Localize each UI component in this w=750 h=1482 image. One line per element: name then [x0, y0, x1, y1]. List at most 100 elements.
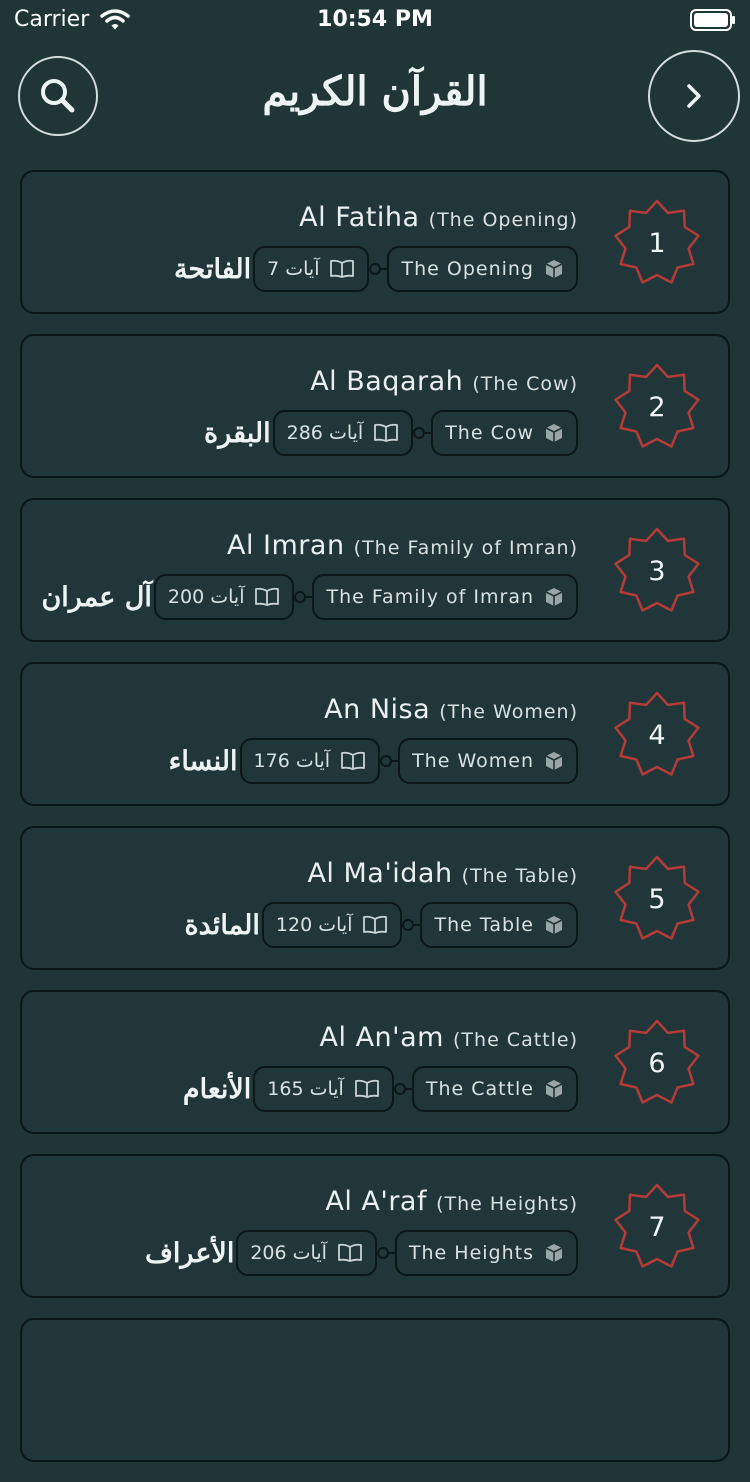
cube-icon [545, 424, 563, 442]
book-icon [255, 587, 280, 606]
verses-count: 7 آيات [267, 258, 320, 280]
surah-meta: الفاتحة 7 آيات The Opening [174, 244, 578, 294]
surah-meaning: (The Opening) [428, 209, 578, 231]
surah-card[interactable]: 3 Al Imran (The Family of Imran) آل عمرا… [20, 498, 730, 642]
surah-meta: البقرة 286 آيات The Cow [204, 408, 578, 458]
book-icon [341, 751, 365, 770]
surah-title: Al Ma'idah (The Table) [307, 858, 578, 889]
surah-card[interactable]: 1 Al Fatiha (The Opening) الفاتحة 7 آيات… [20, 170, 730, 314]
chevron-right-icon [687, 84, 701, 108]
next-button[interactable] [648, 50, 740, 142]
surah-meta: الأعراف 206 آيات The Heights [145, 1228, 578, 1278]
surah-number: 4 [648, 719, 666, 751]
surah-name: Al Fatiha [299, 202, 420, 233]
status-time: 10:54 PM [317, 7, 433, 32]
surah-card-partial[interactable] [20, 1318, 730, 1462]
verses-count: 120 آيات [275, 914, 353, 936]
surah-title: Al An'am (The Cattle) [320, 1022, 578, 1053]
verses-pill: 165 آيات [253, 1066, 394, 1112]
connector [294, 591, 313, 603]
connector [413, 427, 432, 439]
verses-count: 165 آيات [267, 1078, 344, 1100]
surah-meaning: (The Cow) [472, 373, 578, 395]
revelation-pill: The Heights [394, 1230, 578, 1276]
surah-number: 2 [648, 391, 666, 423]
revelation-label: The Women [412, 750, 534, 772]
verses-pill: 206 آيات [236, 1230, 377, 1276]
surah-number-badge: 7 [612, 1182, 702, 1272]
revelation-label: The Heights [408, 1242, 534, 1264]
surah-meaning: (The Table) [461, 865, 578, 887]
status-bar: Carrier 10:54 PM [0, 0, 750, 40]
verses-pill: 120 آيات [261, 902, 403, 948]
surah-card[interactable]: 6 Al An'am (The Cattle) الأنعام 165 آيات… [20, 990, 730, 1134]
surah-number-badge: 6 [612, 1018, 702, 1108]
surah-arabic-name: النساء [168, 745, 238, 777]
surah-arabic-name: الأنعام [182, 1073, 252, 1105]
verses-pill: 286 آيات [272, 410, 414, 456]
revelation-label: The Family of Imran [326, 586, 534, 608]
verses-count: 286 آيات [286, 422, 364, 444]
connector [393, 1083, 412, 1095]
surah-name: Al An'am [319, 1022, 444, 1053]
revelation-pill: The Cow [431, 410, 578, 456]
book-icon [363, 915, 388, 934]
revelation-pill: The Opening [387, 246, 578, 292]
surah-card[interactable]: 2 Al Baqarah (The Cow) البقرة 286 آيات T… [20, 334, 730, 478]
surah-number: 1 [648, 227, 666, 259]
surah-title: Al Baqarah (The Cow) [310, 366, 578, 397]
surah-number-badge: 1 [612, 198, 702, 288]
revelation-label: The Opening [401, 258, 534, 280]
surah-name: Al A'raf [325, 1186, 427, 1217]
surah-meaning: (The Women) [439, 701, 578, 723]
surah-arabic-name: الفاتحة [174, 253, 252, 285]
surah-card[interactable]: 4 An Nisa (The Women) النساء 176 آيات Th… [20, 662, 730, 806]
surah-title: An Nisa (The Women) [324, 694, 578, 725]
surah-arabic-name: الأعراف [144, 1237, 235, 1269]
surah-arabic-name: البقرة [204, 417, 271, 449]
cube-icon [545, 260, 563, 278]
cube-icon [545, 1080, 563, 1098]
header: القرآن الكريم [0, 48, 750, 148]
surah-card[interactable]: 5 Al Ma'idah (The Table) المائدة 120 آيا… [20, 826, 730, 970]
connector [402, 919, 421, 931]
surah-arabic-name: آل عمران [41, 581, 152, 613]
surah-number-badge: 3 [612, 526, 702, 616]
cube-icon [545, 916, 563, 934]
surah-meta: النساء 176 آيات The Women [169, 736, 578, 786]
page-title: القرآن الكريم [262, 68, 488, 115]
surah-name: Al Baqarah [310, 366, 464, 397]
revelation-pill: The Family of Imran [312, 574, 578, 620]
connector [376, 1247, 395, 1259]
surah-title: Al Fatiha (The Opening) [299, 202, 578, 233]
surah-meta: المائدة 120 آيات The Table [185, 900, 578, 950]
revelation-label: The Table [434, 914, 534, 936]
verses-count: 200 آيات [167, 586, 245, 608]
surah-number-badge: 5 [612, 854, 702, 944]
cube-icon [545, 752, 563, 770]
revelation-pill: The Women [398, 738, 578, 784]
surah-meaning: (The Cattle) [453, 1029, 578, 1051]
book-icon [330, 259, 355, 278]
surah-number: 7 [648, 1211, 666, 1243]
revelation-label: The Cow [445, 422, 534, 444]
surah-meaning: (The Heights) [436, 1193, 578, 1215]
cube-icon [545, 588, 563, 606]
verses-pill: 7 آيات [253, 246, 370, 292]
surah-number-badge: 2 [612, 362, 702, 452]
revelation-pill: The Table [420, 902, 578, 948]
surah-number-badge: 4 [612, 690, 702, 780]
surah-name: An Nisa [324, 694, 431, 725]
verses-pill: 200 آيات [153, 574, 295, 620]
book-icon [354, 1079, 379, 1098]
cube-icon [545, 1244, 563, 1262]
surah-title: Al Imran (The Family of Imran) [227, 530, 578, 561]
verses-count: 176 آيات [253, 750, 331, 772]
surah-meaning: (The Family of Imran) [353, 537, 578, 559]
surah-card[interactable]: 7 Al A'raf (The Heights) الأعراف 206 آيا… [20, 1154, 730, 1298]
surah-title: Al A'raf (The Heights) [325, 1186, 578, 1217]
surah-meta: الأنعام 165 آيات The Cattle [183, 1064, 578, 1114]
surah-number: 6 [648, 1047, 666, 1079]
verses-pill: 176 آيات [239, 738, 381, 784]
surah-name: Al Ma'idah [307, 858, 453, 889]
